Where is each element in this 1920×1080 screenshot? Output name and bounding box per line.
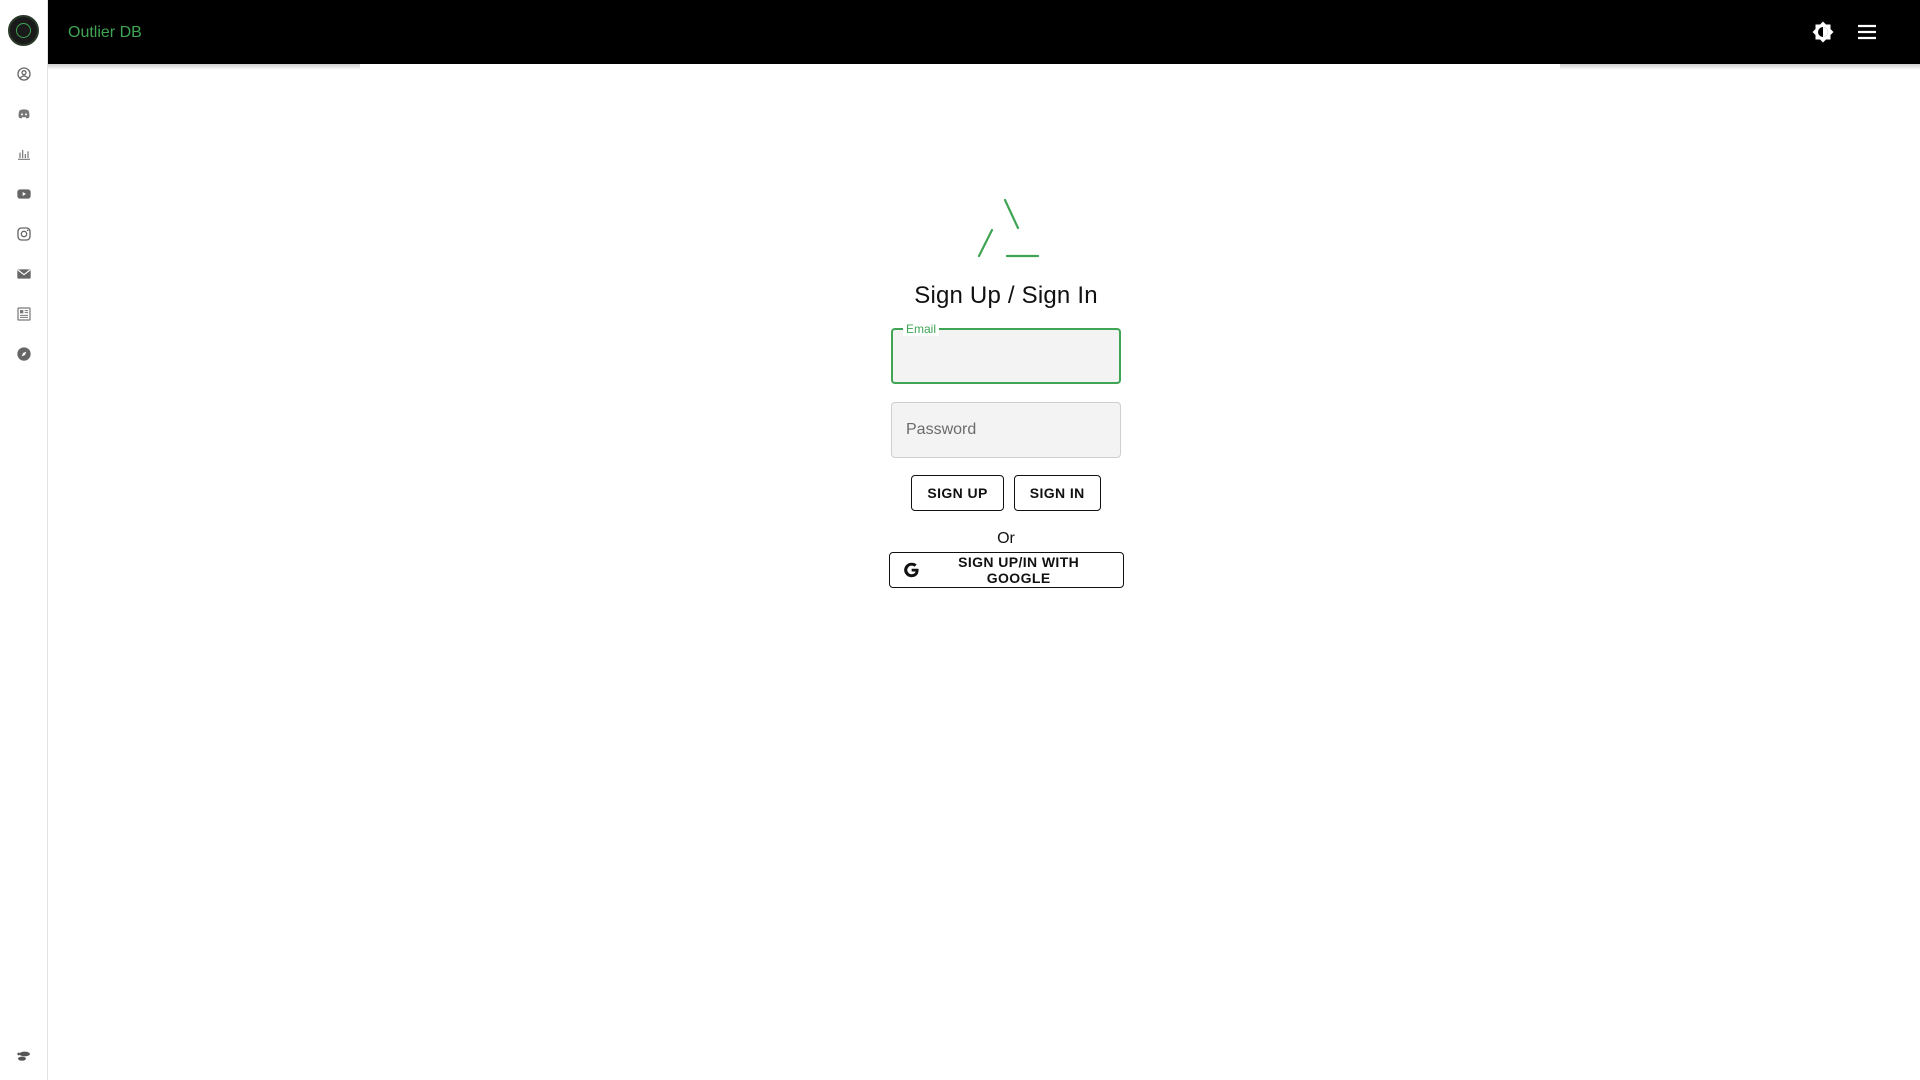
loading-triangle-icon <box>977 198 1040 258</box>
logo-mark <box>16 23 31 38</box>
sidebar <box>0 0 48 1080</box>
app-logo[interactable] <box>8 15 39 46</box>
compass-icon[interactable] <box>14 344 34 364</box>
bar-chart-icon[interactable] <box>14 144 34 164</box>
google-sign-in-button[interactable]: SIGN UP/IN WITH GOOGLE <box>888 552 1124 588</box>
youtube-icon[interactable] <box>14 184 34 204</box>
sign-up-button[interactable]: SIGN UP <box>911 475 1004 511</box>
settings-toggle-icon[interactable] <box>14 1046 34 1066</box>
top-app-bar: Outlier DB <box>48 0 1920 64</box>
google-icon <box>903 562 919 578</box>
account-circle-icon[interactable] <box>14 64 34 84</box>
auth-button-row: SIGN UP SIGN IN <box>911 475 1101 511</box>
auth-card: Sign Up / Sign In Email SIGN UP SIGN IN … <box>841 194 1171 588</box>
mail-icon[interactable] <box>14 264 34 284</box>
password-field[interactable] <box>891 402 1121 458</box>
google-button-label: SIGN UP/IN WITH GOOGLE <box>958 554 1080 586</box>
email-input[interactable] <box>893 330 1119 382</box>
auth-title: Sign Up / Sign In <box>914 282 1098 309</box>
or-divider-text: Or <box>997 530 1015 547</box>
email-field[interactable]: Email <box>891 322 1121 384</box>
sign-in-button[interactable]: SIGN IN <box>1013 475 1101 511</box>
main-content: Sign Up / Sign In Email SIGN UP SIGN IN … <box>48 64 1920 1080</box>
password-input[interactable] <box>892 403 1120 457</box>
brightness-icon[interactable] <box>1809 18 1837 46</box>
newspaper-icon[interactable] <box>14 304 34 324</box>
discord-icon[interactable] <box>14 104 34 124</box>
app-title[interactable]: Outlier DB <box>68 24 142 42</box>
instagram-icon[interactable] <box>14 224 34 244</box>
menu-icon[interactable] <box>1853 18 1881 46</box>
